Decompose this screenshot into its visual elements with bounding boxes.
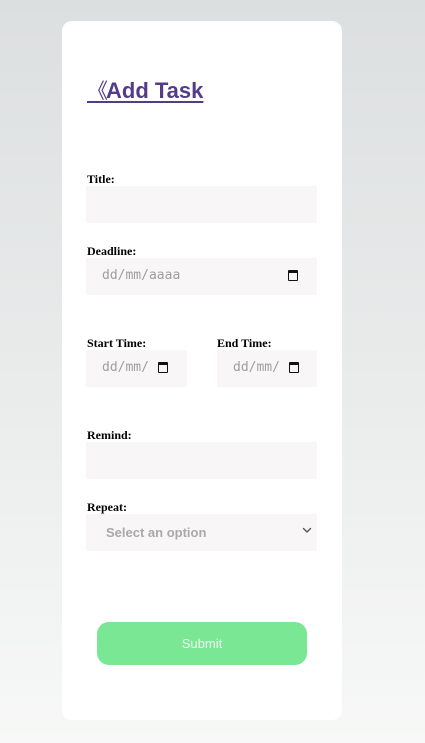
- remind-input[interactable]: [86, 442, 317, 479]
- page-title: Add Task: [106, 78, 204, 103]
- add-task-card: 《Add Task Title: Deadline: dd/mm/aaaa St…: [62, 21, 342, 720]
- title-input[interactable]: [86, 186, 317, 223]
- deadline-date-input[interactable]: dd/mm/aaaa: [86, 258, 317, 295]
- submit-button[interactable]: Submit: [97, 622, 307, 665]
- start-time-placeholder: dd/mm/: [102, 360, 149, 375]
- end-time-label: End Time:: [217, 336, 272, 350]
- end-time-input[interactable]: dd/mm/: [217, 350, 317, 387]
- back-add-task-link[interactable]: 《Add Task: [87, 75, 203, 105]
- title-label: Title:: [87, 172, 115, 186]
- repeat-label: Repeat:: [87, 500, 127, 514]
- double-chevron-left-icon: 《: [87, 79, 108, 103]
- chevron-down-icon: [302, 527, 312, 533]
- start-time-input[interactable]: dd/mm/: [86, 350, 187, 387]
- remind-label: Remind:: [87, 428, 132, 442]
- repeat-selected-value: Select an option: [106, 525, 207, 540]
- deadline-label: Deadline:: [87, 244, 137, 258]
- calendar-icon[interactable]: [289, 362, 299, 373]
- calendar-icon[interactable]: [158, 362, 168, 373]
- deadline-placeholder: dd/mm/aaaa: [102, 268, 181, 283]
- repeat-select[interactable]: Select an option: [86, 514, 317, 551]
- start-time-label: Start Time:: [87, 336, 147, 350]
- calendar-icon[interactable]: [288, 270, 298, 281]
- end-time-placeholder: dd/mm/: [233, 360, 280, 375]
